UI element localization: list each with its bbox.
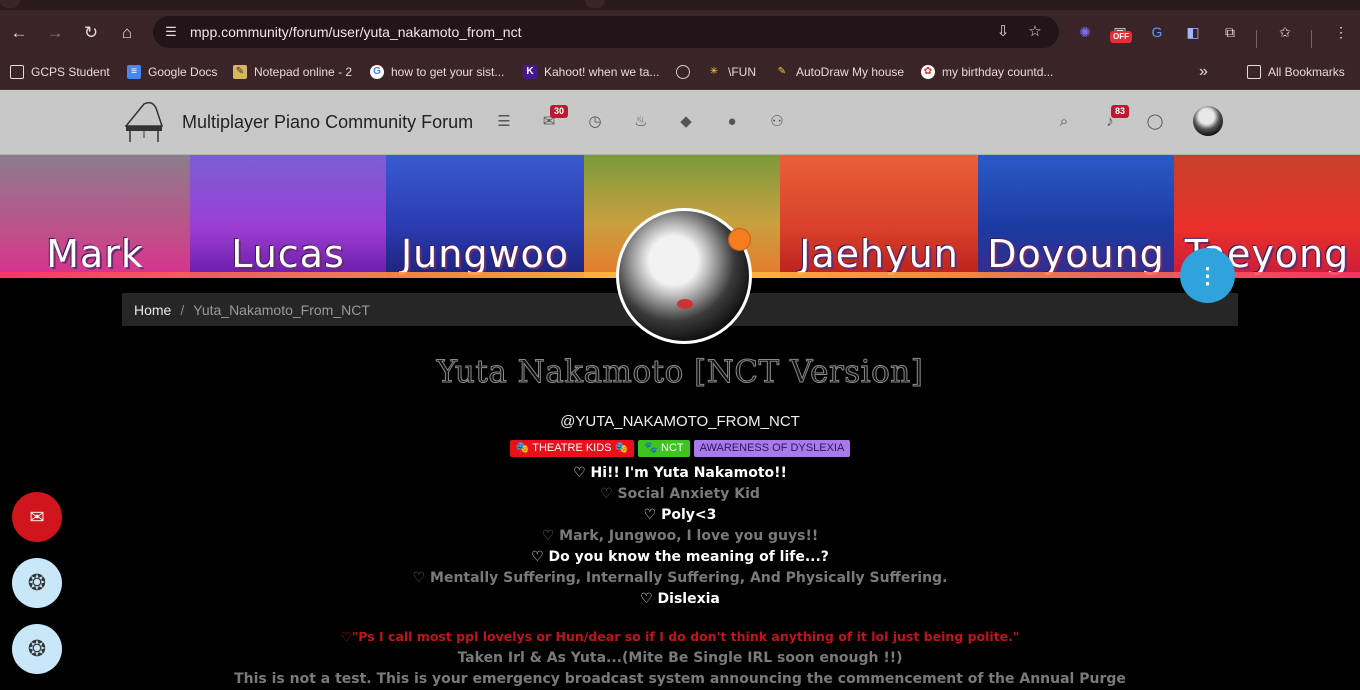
all-bookmarks[interactable]: All Bookmarks (1247, 61, 1345, 83)
home-icon[interactable]: ⌂ (114, 20, 140, 46)
puzzle-icon[interactable]: ⧉ (1220, 22, 1240, 42)
cover-panel: Jungwoo (386, 155, 584, 278)
address-bar[interactable]: ☰ mpp.community/forum/user/yuta_nakamoto… (153, 16, 1059, 48)
star-icon[interactable]: ☆ (1025, 22, 1045, 42)
folder-icon (1247, 65, 1261, 79)
extension-reader-icon[interactable]: ◧ (1183, 22, 1203, 42)
docs-icon: ≡ (127, 65, 141, 79)
back-icon[interactable]: ← (6, 20, 32, 46)
popular-fire-icon[interactable]: ♨ (630, 111, 652, 133)
bookmark-item[interactable] (676, 61, 697, 83)
cover-panel: Jaehyun (780, 155, 978, 278)
unread-count-badge: 30 (550, 105, 568, 118)
globe-icon (676, 65, 690, 79)
bookmark-item[interactable]: GCPS Student (10, 61, 110, 83)
kahoot-icon: K (523, 65, 537, 79)
groups-icon[interactable]: ⚇ (766, 111, 788, 133)
loading-button[interactable]: ❂ (12, 624, 62, 674)
breadcrumb-separator: / (180, 301, 185, 318)
site-title[interactable]: Multiplayer Piano Community Forum (182, 112, 473, 133)
folder-icon (10, 65, 24, 79)
bookmark-item[interactable]: G how to get your sist... (370, 61, 504, 83)
url-text[interactable]: mpp.community/forum/user/yuta_nakamoto_f… (190, 24, 521, 40)
forum-header: Multiplayer Piano Community Forum ☰ ✉ 30… (0, 90, 1360, 155)
user-avatar[interactable] (1193, 106, 1223, 136)
forward-icon[interactable]: → (42, 20, 68, 46)
bookmarks-bar: GCPS Student ≡ Google Docs ✎ Notepad onl… (0, 55, 1360, 90)
google-icon: G (370, 65, 384, 79)
install-app-icon[interactable]: ⇩ (993, 22, 1013, 42)
extension-off-badge: OFF (1110, 31, 1132, 43)
cover-panel: Lucas (190, 155, 386, 278)
categories-icon[interactable]: ☰ (493, 111, 515, 133)
group-badge-dyslexia[interactable]: AWARENESS OF DYSLEXIA (693, 440, 851, 457)
browser-tab[interactable] (585, 0, 605, 8)
cover-name: Mark (46, 232, 144, 276)
vertical-dots-icon: ⋮ (1196, 263, 1219, 288)
group-badge-theatre-kids[interactable]: 🎭 THEATRE KIDS 🎭 (509, 440, 635, 457)
profile-username: @YUTA_NAKAMOTO_FROM_NCT (560, 413, 800, 430)
avatar-detail (677, 299, 693, 309)
cover-panel: Mark (0, 155, 190, 278)
tags-icon[interactable]: ◆ (675, 111, 697, 133)
piano-logo-icon[interactable] (122, 96, 166, 144)
toolbar-divider (1311, 30, 1312, 48)
bio-line: ♡ Do you know the meaning of life...? (531, 549, 829, 565)
chat-bubble-icon: ✉ (29, 507, 45, 527)
breadcrumb-current: Yuta_Nakamoto_From_NCT (193, 301, 370, 318)
spinner-icon: ❂ (27, 636, 47, 661)
profile-fullname: Yuta Nakamoto [NCT Version] (436, 354, 924, 391)
pinwheel-icon: ✳ (709, 66, 719, 77)
countdown-icon: ✿ (921, 65, 935, 79)
extension-flower-icon[interactable]: ✺ (1075, 22, 1095, 42)
bookmark-item[interactable]: ✎ Notepad online - 2 (233, 61, 352, 83)
users-icon[interactable]: ● (721, 111, 743, 133)
cover-name: Jaehyun (799, 232, 959, 276)
bio-line: ♡ Poly<3 (643, 507, 717, 523)
kebab-menu-icon[interactable]: ⋮ (1331, 22, 1351, 42)
spinner-icon: ❂ (27, 570, 47, 595)
profile-avatar[interactable] (616, 208, 752, 344)
toolbar-divider (1256, 30, 1257, 48)
bookmark-item[interactable]: ≡ Google Docs (127, 61, 217, 83)
bio-line: ♡ Dislexia (640, 591, 720, 607)
bookmark-item[interactable]: ✎ AutoDraw My house (775, 61, 904, 83)
more-bookmarks-icon[interactable]: » (1199, 61, 1208, 83)
translate-icon[interactable]: G (1147, 22, 1167, 42)
tab-strip (0, 0, 1360, 10)
cover-panel: Doyoung (978, 155, 1174, 278)
search-icon[interactable]: ⌕ (1053, 111, 1075, 133)
bio-line: ♡ Social Anxiety Kid (600, 486, 760, 502)
cover-name: Jungwoo (400, 232, 570, 276)
status-away-indicator (728, 228, 751, 251)
site-info-icon[interactable]: ☰ (161, 22, 181, 42)
notepad-icon: ✎ (233, 65, 247, 79)
bookmark-item[interactable]: ✿ my birthday countd... (921, 61, 1053, 83)
bio-line: This is not a test. This is your emergen… (234, 671, 1126, 687)
group-badge-nct[interactable]: 🐾 NCT (638, 440, 690, 457)
bio-line: Taken Irl & As Yuta...(Mite Be Single IR… (457, 650, 903, 666)
group-badges: 🎭 THEATRE KIDS 🎭 🐾 NCT AWARENESS OF DYSL… (0, 440, 1360, 457)
cover-name: Doyoung (987, 232, 1165, 276)
bookmark-item[interactable]: K Kahoot! when we ta... (523, 61, 659, 83)
breadcrumb-home-link[interactable]: Home (134, 302, 171, 318)
chat-button[interactable]: ✉ (12, 492, 62, 542)
cover-name: Lucas (231, 232, 345, 276)
loading-button[interactable]: ❂ (12, 558, 62, 608)
recent-clock-icon[interactable]: ◷ (584, 111, 606, 133)
browser-toolbar: ← → ↻ ⌂ ☰ mpp.community/forum/user/yuta_… (0, 10, 1360, 55)
bio-line: ♡ Hi!! I'm Yuta Nakamoto!! (573, 465, 787, 481)
chats-icon[interactable]: ◯ (1144, 111, 1166, 133)
autodraw-icon: ✎ (777, 66, 787, 77)
notification-count-badge: 83 (1111, 105, 1129, 118)
bio-line: ♡ Mentally Suffering, Internally Sufferi… (412, 570, 948, 586)
reading-list-icon[interactable]: ✩ (1275, 22, 1295, 42)
bio-line: ♡ Mark, Jungwoo, I love you guys!! (541, 528, 819, 544)
profile-actions-button[interactable]: ⋮ (1180, 248, 1235, 303)
bio-line: ♡"Ps I call most ppl lovelys or Hun/dear… (340, 629, 1020, 644)
reload-icon[interactable]: ↻ (78, 20, 104, 46)
bookmark-item[interactable]: ✳ \FUN (707, 61, 756, 83)
browser-tab[interactable] (0, 0, 20, 8)
